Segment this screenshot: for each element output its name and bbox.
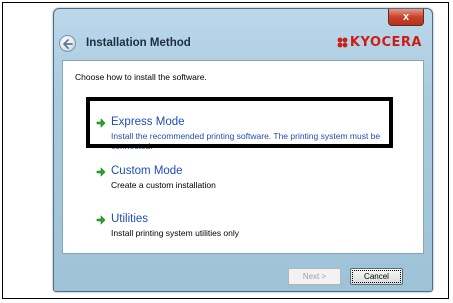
next-button[interactable]: Next > [288,268,341,285]
green-arrow-icon [96,215,106,225]
close-button[interactable]: x [388,9,424,26]
close-icon: x [402,11,410,23]
prompt-text: Choose how to install the software. [75,72,207,82]
green-arrow-icon [96,167,106,177]
content-panel: Choose how to install the software. Expr… [62,60,424,254]
option-label: Custom Mode [111,165,183,177]
button-bar: Next > Cancel [54,255,432,291]
option-description: Create a custom installation [111,180,216,190]
kyocera-logo-icon [337,37,348,48]
back-button[interactable] [59,35,76,52]
window-title: Installation Method [86,37,191,49]
brand-name: KYOCERA [349,35,422,50]
option-label: Utilities [111,213,149,225]
kyocera-logo: KYOCERA [337,35,422,50]
installer-window: x Installation Method KYOCERA Choose how… [53,8,433,292]
option-description: Install printing system utilities only [111,228,240,238]
express-mode-highlight-box [86,97,393,148]
back-arrow-icon [63,39,73,49]
cancel-button[interactable]: Cancel [350,268,403,285]
